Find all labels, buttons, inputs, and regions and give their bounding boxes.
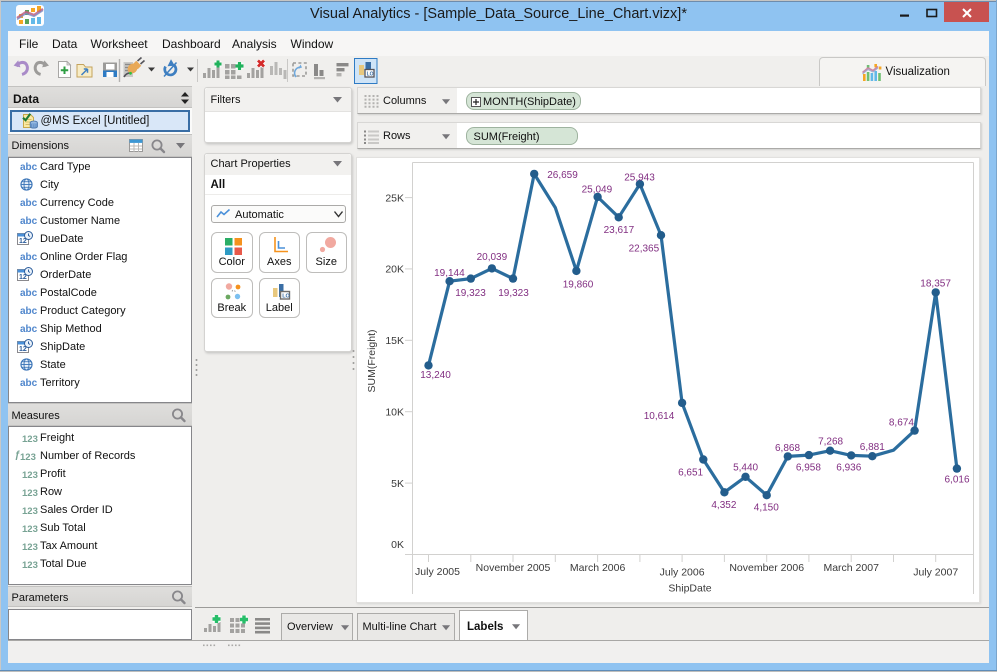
svg-text:LO: LO [282, 293, 290, 299]
svg-text:10,614: 10,614 [644, 411, 675, 422]
svg-text:July 2006: July 2006 [660, 567, 705, 579]
svg-text:November 2005: November 2005 [476, 562, 551, 574]
svg-text:20K: 20K [385, 264, 404, 276]
svg-text:25K: 25K [385, 192, 404, 204]
svg-text:25,049: 25,049 [582, 185, 613, 196]
svg-text:6,651: 6,651 [678, 467, 703, 478]
svg-text:March 2007: March 2007 [823, 562, 879, 574]
svg-text:19,323: 19,323 [498, 288, 529, 299]
svg-text:6,958: 6,958 [796, 463, 821, 474]
svg-text:0K: 0K [391, 539, 404, 551]
svg-text:7,268: 7,268 [818, 436, 843, 447]
svg-text:November 2006: November 2006 [729, 562, 804, 574]
svg-text:12: 12 [19, 238, 27, 245]
svg-text:15K: 15K [385, 335, 404, 347]
svg-text:12: 12 [19, 274, 27, 281]
svg-text:March 2006: March 2006 [570, 562, 626, 574]
svg-text:26,659: 26,659 [547, 170, 578, 181]
svg-text:20,039: 20,039 [477, 252, 508, 263]
svg-text:July 2005: July 2005 [415, 566, 460, 578]
svg-text:5K: 5K [391, 478, 404, 490]
svg-text:12: 12 [19, 346, 27, 353]
svg-text:July 2007: July 2007 [913, 567, 958, 579]
svg-text:6,016: 6,016 [944, 475, 969, 486]
svg-text:25,943: 25,943 [624, 172, 655, 183]
svg-text:8,674: 8,674 [889, 418, 914, 429]
svg-text:10K: 10K [385, 406, 404, 418]
svg-text:13,240: 13,240 [420, 370, 451, 381]
svg-text:19,144: 19,144 [434, 268, 465, 279]
svg-text:SUM(Freight): SUM(Freight) [366, 329, 378, 392]
svg-text:6,868: 6,868 [775, 443, 800, 454]
svg-text:ShipDate: ShipDate [668, 583, 711, 595]
svg-text:19,860: 19,860 [563, 280, 594, 291]
svg-text:6,936: 6,936 [836, 462, 861, 473]
svg-text:6,881: 6,881 [860, 442, 885, 453]
svg-text:4,352: 4,352 [711, 500, 736, 511]
svg-text:19,323: 19,323 [455, 288, 486, 299]
svg-text:5,440: 5,440 [733, 463, 758, 474]
svg-text:22,365: 22,365 [629, 244, 660, 255]
svg-text:LO: LO [367, 72, 374, 78]
svg-text:23,617: 23,617 [604, 225, 635, 236]
svg-text:18,357: 18,357 [920, 279, 951, 290]
svg-text:4,150: 4,150 [754, 503, 779, 514]
